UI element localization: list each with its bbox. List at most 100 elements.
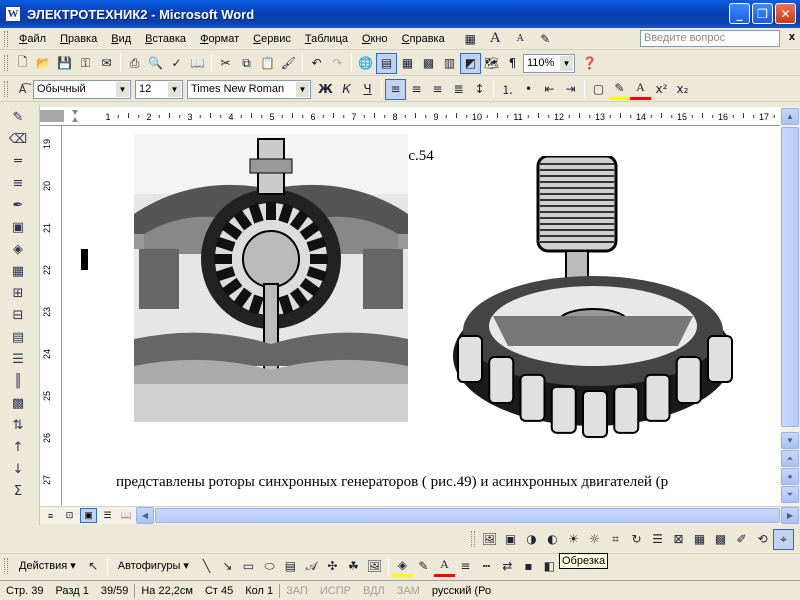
menu-item-2[interactable]: Вид [104, 29, 138, 49]
compress-pictures-icon[interactable]: ⊠ [668, 529, 689, 550]
menu-item-5[interactable]: Сервис [246, 29, 298, 49]
autoformat-table-icon[interactable]: ▩ [4, 393, 32, 413]
chevron-down-icon[interactable]: ▼ [116, 81, 129, 97]
more-contrast-icon[interactable]: ◑ [521, 529, 542, 550]
ask-question-input[interactable]: Введите вопрос [640, 30, 780, 47]
color-icon[interactable]: ▣ [500, 529, 521, 550]
outline-view-icon[interactable]: ☰ [99, 508, 116, 523]
less-contrast-icon[interactable]: ◐ [542, 529, 563, 550]
font-select[interactable]: Times New Roman ▼ [187, 79, 311, 99]
font-size-select[interactable]: 12 ▼ [135, 79, 183, 99]
help-icon[interactable]: ❓ [579, 53, 600, 74]
rectangle-icon[interactable]: ▭ [238, 556, 259, 577]
status-track-changes[interactable]: ИСПР [314, 585, 357, 597]
print-preview-icon[interactable]: 🔍 [145, 53, 166, 74]
highlight-menu-icon[interactable]: ✎ [535, 28, 556, 49]
insert-table-icon[interactable]: ▦ [4, 261, 32, 281]
menu-item-6[interactable]: Таблица [298, 29, 355, 49]
text-direction-icon[interactable]: ⇅ [4, 415, 32, 435]
previous-page-icon[interactable]: ⏶ [781, 450, 799, 467]
columns-icon[interactable]: ▥ [439, 53, 460, 74]
superscript-icon[interactable]: x² [651, 79, 672, 100]
style-select[interactable]: Обычный ▼ [33, 79, 131, 99]
document-page[interactable]: Рис.54 представлены роторы синхронных ге… [62, 126, 780, 506]
font-color-icon[interactable]: A [630, 79, 651, 100]
minimize-button[interactable]: _ [729, 3, 750, 24]
drawing-font-color-icon[interactable]: A [433, 556, 455, 577]
bullets-icon[interactable]: • [518, 79, 539, 100]
synchronous-rotor-image[interactable] [134, 134, 408, 422]
toolbar-grip[interactable] [4, 558, 8, 574]
horizontal-scrollbar-thumb[interactable] [155, 508, 780, 523]
eraser-icon[interactable]: ⌫ [4, 129, 32, 149]
line-icon[interactable]: ╲ [196, 556, 217, 577]
merge-cells-icon[interactable]: ⊞ [4, 283, 32, 303]
undo-icon[interactable]: ↶ [306, 53, 327, 74]
align-center-icon[interactable]: ≡ [406, 79, 427, 100]
dash-style-icon[interactable]: ┅ [476, 556, 497, 577]
paste-icon[interactable]: 📋 [257, 53, 278, 74]
table-grid-icon[interactable]: ▦ [460, 28, 481, 49]
shading-color-icon[interactable]: ◈ [4, 239, 32, 259]
insert-picture-icon[interactable]: 🖼 [479, 529, 500, 550]
arrow-icon[interactable]: ↘ [217, 556, 238, 577]
borders-icon[interactable]: ▢ [588, 79, 609, 100]
align-left-icon[interactable]: ≡ [385, 78, 406, 100]
reading-view-icon[interactable]: 📖 [118, 508, 135, 523]
crop-icon[interactable]: ⌗ [605, 529, 626, 550]
asynchronous-rotor-image[interactable] [448, 156, 738, 456]
autoshapes-menu[interactable]: Автофигуры ▾ [111, 556, 196, 576]
research-icon[interactable]: 📖 [187, 53, 208, 74]
arrow-style-icon[interactable]: ⇄ [497, 556, 518, 577]
drawing-canvas-icon[interactable]: ⌖ [773, 528, 794, 550]
browse-object-icon[interactable]: ● [781, 468, 799, 485]
save-icon[interactable]: 💾 [54, 53, 75, 74]
distribute-columns-icon[interactable]: ║ [4, 371, 32, 391]
grow-font-icon[interactable]: A [485, 28, 506, 49]
chevron-down-icon[interactable]: ▼ [168, 81, 181, 97]
shrink-font-icon[interactable]: A [510, 28, 531, 49]
shadow-style-icon[interactable]: ▪ [518, 556, 539, 577]
close-button[interactable]: ✕ [775, 3, 796, 24]
set-transparent-icon[interactable]: ✐ [731, 529, 752, 550]
open-folder-icon[interactable]: 📂 [33, 53, 54, 74]
print-layout-icon[interactable]: ▣ [80, 508, 97, 523]
close-document-button[interactable]: x [789, 31, 795, 43]
scroll-down-icon[interactable]: ▼ [781, 432, 799, 449]
text-wrapping-icon[interactable]: ▦ [689, 529, 710, 550]
menu-item-0[interactable]: Файл [12, 29, 53, 49]
next-page-icon[interactable]: ⏷ [781, 486, 799, 503]
justify-icon[interactable]: ≣ [448, 79, 469, 100]
format-painter-icon[interactable]: 🖌 [278, 53, 299, 74]
align-cell-icon[interactable]: ▤ [4, 327, 32, 347]
cut-icon[interactable]: ✂ [215, 53, 236, 74]
line-color-icon[interactable]: ✎ [413, 556, 434, 577]
scroll-right-icon[interactable]: ▶ [781, 507, 799, 524]
scroll-left-icon[interactable]: ◀ [136, 507, 154, 524]
menu-item-8[interactable]: Справка [395, 29, 452, 49]
menu-item-7[interactable]: Окно [355, 29, 395, 49]
horizontal-ruler[interactable]: 1 2 3 4 5 6 7 8 9 10 11 12 13 14 15 16 17 [40, 107, 796, 126]
chevron-down-icon[interactable]: ▼ [296, 81, 309, 97]
highlight-icon[interactable]: ✎ [609, 79, 630, 100]
body-text-line[interactable]: представлены роторы синхронных генератор… [116, 474, 668, 491]
format-picture-icon[interactable]: ▩ [710, 529, 731, 550]
italic-button[interactable]: К [336, 79, 357, 100]
print-icon[interactable]: ⎙ [124, 53, 145, 74]
email-icon[interactable]: ✉ [96, 53, 117, 74]
decrease-indent-icon[interactable]: ⇤ [539, 79, 560, 100]
oval-icon[interactable]: ⬭ [259, 556, 280, 577]
select-objects-icon[interactable]: ↖ [83, 556, 104, 577]
drawing-toggle-icon[interactable]: ◩ [460, 52, 481, 74]
bold-button[interactable]: Ж [315, 79, 336, 100]
3d-style-icon[interactable]: ◧ [539, 556, 560, 577]
distribute-rows-icon[interactable]: ☰ [4, 349, 32, 369]
show-formatting-icon[interactable]: ¶ [502, 53, 523, 74]
actions-menu[interactable]: Действия ▾ [12, 556, 83, 576]
more-brightness-icon[interactable]: ☀ [563, 529, 584, 550]
line-style-icon[interactable]: ☰ [647, 529, 668, 550]
line-weight-icon[interactable]: ≡ [4, 173, 32, 193]
vertical-scrollbar[interactable]: ▲ ▼ ⏶ ● ⏷ [780, 107, 800, 506]
normal-view-icon[interactable]: ≡ [42, 508, 59, 523]
status-extend-selection[interactable]: ВДЛ [357, 585, 391, 597]
